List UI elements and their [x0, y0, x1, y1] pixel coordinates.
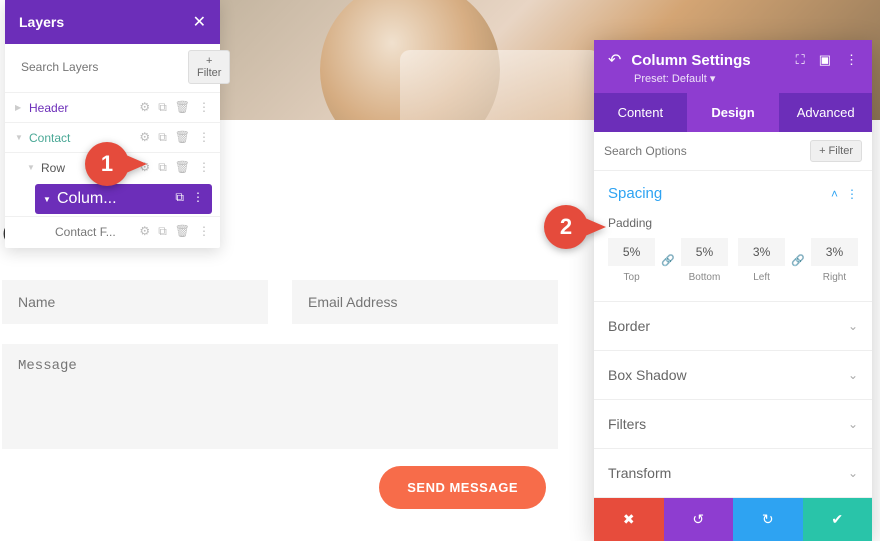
padding-right-caption: Right — [811, 272, 858, 283]
trash-icon[interactable]: 🗑 — [175, 224, 190, 239]
trash-icon[interactable]: 🗑 — [175, 130, 190, 145]
name-input[interactable] — [2, 280, 268, 324]
callout-marker-2: 2 — [544, 205, 606, 249]
gear-icon[interactable]: ⚙ — [139, 100, 150, 115]
tab-content[interactable]: Content — [594, 93, 687, 132]
chevron-down-icon: ⌄ — [848, 319, 858, 333]
callout-pointer-icon — [578, 215, 606, 239]
padding-top-input[interactable] — [608, 238, 655, 266]
caret-down-icon: ▼ — [27, 163, 37, 172]
more-icon[interactable]: ⋮ — [192, 190, 204, 205]
padding-left-caption: Left — [738, 272, 785, 283]
chevron-down-icon: ⌄ — [848, 368, 858, 382]
chevron-down-icon: ⌄ — [848, 417, 858, 431]
filters-section[interactable]: Filters ⌄ — [594, 400, 872, 449]
more-icon[interactable]: ⋮ — [846, 187, 858, 201]
trash-icon[interactable]: 🗑 — [175, 160, 190, 175]
message-textarea[interactable] — [2, 344, 558, 449]
callout-pointer-icon — [119, 152, 147, 176]
more-icon[interactable]: ⋮ — [198, 100, 210, 115]
padding-left-input[interactable] — [738, 238, 785, 266]
gear-icon[interactable]: ⚙ — [139, 224, 150, 239]
more-icon[interactable]: ⋮ — [198, 224, 210, 239]
settings-footer: ✖ ↺ ↻ ✔ — [594, 498, 872, 541]
link-icon[interactable]: 🔗 — [789, 254, 807, 267]
duplicate-icon[interactable]: ⧉ — [158, 224, 167, 239]
layers-title: Layers — [19, 14, 64, 30]
layers-search-row: + Filter — [5, 44, 220, 90]
duplicate-icon[interactable]: ⧉ — [158, 130, 167, 145]
redo-button[interactable]: ↻ — [733, 498, 803, 541]
settings-filter-button[interactable]: + Filter — [810, 140, 862, 162]
padding-top-caption: Top — [608, 272, 655, 283]
trash-icon[interactable]: 🗑 — [175, 100, 190, 115]
layers-search-input[interactable] — [13, 54, 184, 80]
padding-right-input[interactable] — [811, 238, 858, 266]
column-settings-panel: ↶ Column Settings ⛶ ▣ ⋮ Preset: Default … — [594, 40, 872, 541]
padding-label: Padding — [608, 216, 858, 230]
border-section[interactable]: Border ⌄ — [594, 302, 872, 351]
padding-bottom-input[interactable] — [681, 238, 728, 266]
link-icon[interactable]: 🔗 — [659, 254, 677, 267]
cancel-button[interactable]: ✖ — [594, 498, 664, 541]
send-message-button[interactable]: SEND MESSAGE — [379, 466, 546, 509]
back-arrow-icon[interactable]: ↶ — [608, 50, 621, 70]
chevron-down-icon: ⌄ — [848, 466, 858, 480]
grid-icon[interactable]: ▣ — [819, 52, 831, 68]
spacing-section: Spacing ˄ ⋮ Padding Top 🔗 Bottom — [594, 171, 872, 302]
expand-icon[interactable]: ⛶ — [796, 52, 805, 68]
spacing-title: Spacing — [608, 185, 662, 202]
duplicate-icon[interactable]: ⧉ — [158, 160, 167, 175]
contact-form-area: Get in Touch SEND MESSAGE — [0, 215, 560, 509]
preset-selector[interactable]: Preset: Default ▾ — [608, 72, 858, 85]
caret-down-icon: ▼ — [43, 195, 53, 204]
more-icon[interactable]: ⋮ — [198, 160, 210, 175]
chevron-up-icon[interactable]: ˄ — [831, 187, 838, 201]
callout-marker-1: 1 — [85, 142, 147, 186]
settings-tabs: Content Design Advanced — [594, 93, 872, 132]
layers-header: Layers ✕ — [5, 0, 220, 44]
layer-item-column[interactable]: ▼Colum... ⧉ ⋮ — [35, 184, 212, 214]
padding-inputs: Top 🔗 Bottom Left 🔗 Right — [608, 238, 858, 283]
settings-search-row: + Filter — [594, 132, 872, 171]
close-icon[interactable]: ✕ — [193, 12, 206, 32]
layer-item-contact-form[interactable]: Contact F... ⚙ ⧉ 🗑 ⋮ — [5, 216, 220, 246]
undo-button[interactable]: ↺ — [664, 498, 734, 541]
box-shadow-section[interactable]: Box Shadow ⌄ — [594, 351, 872, 400]
email-input[interactable] — [292, 280, 558, 324]
caret-icon: ▶ — [15, 103, 25, 112]
padding-bottom-caption: Bottom — [681, 272, 728, 283]
layer-item-header[interactable]: ▶Header ⚙ ⧉ 🗑 ⋮ — [5, 92, 220, 122]
tab-design[interactable]: Design — [687, 93, 780, 132]
settings-title: Column Settings — [631, 52, 750, 69]
more-icon[interactable]: ⋮ — [198, 130, 210, 145]
caret-down-icon: ▼ — [15, 133, 25, 142]
more-icon[interactable]: ⋮ — [845, 52, 858, 68]
tab-advanced[interactable]: Advanced — [779, 93, 872, 132]
settings-header: ↶ Column Settings ⛶ ▣ ⋮ Preset: Default … — [594, 40, 872, 93]
duplicate-icon[interactable]: ⧉ — [158, 100, 167, 115]
settings-search-input[interactable] — [604, 144, 810, 158]
layers-panel: Layers ✕ + Filter ▶Header ⚙ ⧉ 🗑 ⋮ ▼ Conta… — [5, 0, 220, 248]
layers-filter-button[interactable]: + Filter — [188, 50, 230, 84]
save-button[interactable]: ✔ — [803, 498, 873, 541]
duplicate-icon[interactable]: ⧉ — [175, 190, 184, 205]
transform-section[interactable]: Transform ⌄ — [594, 449, 872, 498]
